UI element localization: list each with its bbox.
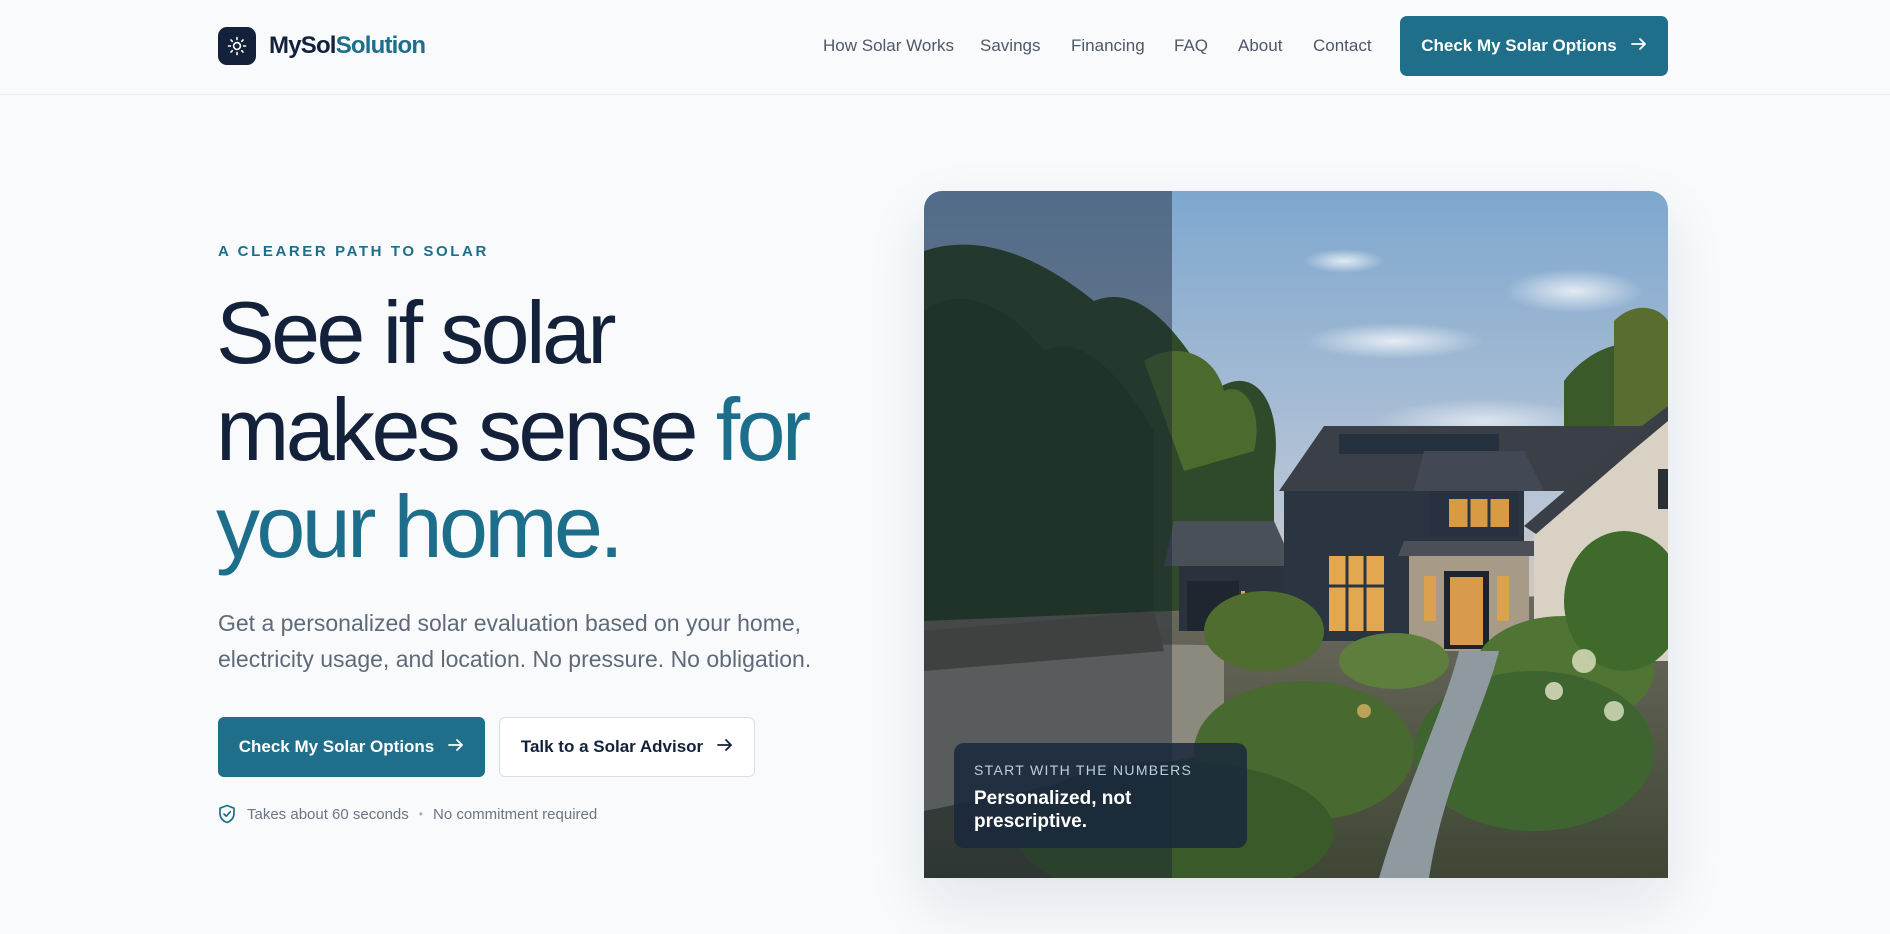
hero-title-line1: See if solar bbox=[216, 283, 617, 382]
caption-eyebrow: START WITH THE NUMBERS bbox=[974, 762, 1193, 778]
arrow-right-icon bbox=[448, 737, 464, 757]
nav-link-how-solar-works[interactable]: How Solar Works bbox=[823, 36, 954, 56]
image-caption-box: START WITH THE NUMBERS Personalized, not… bbox=[954, 743, 1247, 848]
check-solar-options-button[interactable]: Check My Solar Options bbox=[218, 717, 485, 777]
reassurance-time: Takes about 60 seconds bbox=[247, 805, 409, 823]
hero-subtitle: Get a personalized solar evaluation base… bbox=[218, 610, 812, 672]
hero-title-accent-home: your home. bbox=[216, 477, 624, 576]
reassurance-line: Takes about 60 seconds • No commitment r… bbox=[218, 804, 597, 824]
secondary-cta-label: Talk to a Solar Advisor bbox=[520, 737, 704, 756]
hero-title-accent-for: for bbox=[715, 380, 812, 479]
nav-link-contact[interactable]: Contact bbox=[1313, 36, 1372, 56]
nav-link-about[interactable]: About bbox=[1238, 36, 1282, 56]
header-check-options-button[interactable]: Check My Solar Options bbox=[1400, 16, 1668, 76]
primary-cta-label: Check My Solar Options bbox=[238, 737, 435, 756]
hero-eyebrow: A CLEARER PATH TO SOLAR bbox=[218, 243, 489, 260]
hero-image-card: START WITH THE NUMBERS Personalized, not… bbox=[924, 191, 1668, 878]
reassurance-separator: • bbox=[418, 807, 423, 821]
nav-link-faq[interactable]: FAQ bbox=[1174, 36, 1208, 56]
hero-title: See if solar makes sense for your home. bbox=[216, 284, 856, 575]
reassurance-commitment: No commitment required bbox=[432, 805, 598, 823]
site-header: MySolSolution How Solar Works Savings Fi… bbox=[0, 0, 1890, 95]
nav-link-savings[interactable]: Savings bbox=[980, 36, 1040, 56]
header-cta-label: Check My Solar Options bbox=[1421, 36, 1617, 55]
nav-link-financing[interactable]: Financing bbox=[1071, 36, 1145, 56]
hero-title-line2: makes sense bbox=[216, 380, 716, 479]
arrow-right-icon bbox=[1630, 36, 1647, 56]
talk-to-advisor-button[interactable]: Talk to a Solar Advisor bbox=[499, 717, 755, 777]
shield-check-icon bbox=[218, 804, 236, 824]
arrow-right-icon bbox=[717, 737, 733, 757]
caption-text: Personalized, not prescriptive. bbox=[974, 788, 1132, 832]
